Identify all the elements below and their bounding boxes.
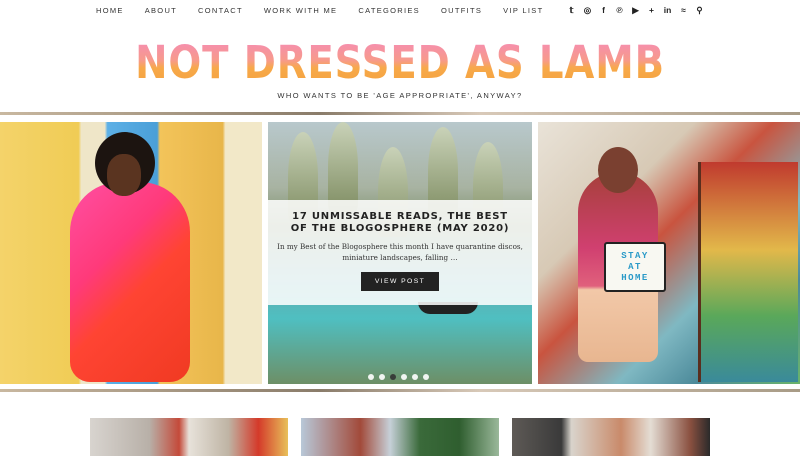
top-navigation: HOME ABOUT CONTACT WORK WITH ME CATEGORI… <box>0 0 800 22</box>
bloglovin-icon[interactable]: + <box>647 5 656 15</box>
main-menu: HOME ABOUT CONTACT WORK WITH ME CATEGORI… <box>96 6 564 15</box>
slider-pagination <box>368 374 429 380</box>
site-tagline: WHO WANTS TO BE 'AGE APPROPRIATE', ANYWA… <box>277 91 523 100</box>
nav-home[interactable]: HOME <box>96 6 124 15</box>
logo-title[interactable]: NOT DRESSED AS LAMB <box>135 38 665 88</box>
post-thumbnail[interactable] <box>512 418 710 456</box>
slide-image-asparagus <box>328 122 358 212</box>
slide-image-dress <box>70 182 190 382</box>
facebook-icon[interactable]: f <box>599 5 608 15</box>
nav-work-with-me[interactable]: WORK WITH ME <box>264 6 338 15</box>
sign-line-2: AT <box>628 261 642 272</box>
nav-categories[interactable]: CATEGORIES <box>358 6 420 15</box>
slide-image-woman-head <box>598 147 638 193</box>
slide-image-pinball <box>698 162 798 382</box>
slider-dot-2[interactable] <box>379 374 385 380</box>
nav-outfits[interactable]: OUTFITS <box>441 6 482 15</box>
slide-image-face <box>107 154 141 196</box>
sign-line-1: STAY <box>621 250 649 261</box>
sign-line-3: HOME <box>621 272 649 283</box>
stay-at-home-sign: STAY AT HOME <box>604 242 666 292</box>
instagram-icon[interactable]: ◎ <box>583 5 592 15</box>
pinterest-icon[interactable]: ℗ <box>615 5 624 15</box>
nav-contact[interactable]: CONTACT <box>198 6 243 15</box>
slide-next[interactable]: STAY AT HOME <box>538 122 800 384</box>
slide-previous[interactable] <box>0 122 262 384</box>
view-post-button[interactable]: VIEW POST <box>360 272 440 291</box>
site-logo[interactable]: NOT DRESSED AS LAMB <box>0 38 800 88</box>
slider-bottom-strip <box>0 389 800 392</box>
post-thumbnail[interactable] <box>301 418 499 456</box>
post-thumbnail[interactable] <box>90 418 288 456</box>
nav-about[interactable]: ABOUT <box>145 6 177 15</box>
slider-dot-6[interactable] <box>423 374 429 380</box>
slider-dot-4[interactable] <box>401 374 407 380</box>
slider-dot-3-active[interactable] <box>390 374 396 380</box>
social-links: 𝕥 ◎ f ℗ ▶ + in ≈ ⚲ <box>567 5 704 15</box>
nav-vip-list[interactable]: VIP LIST <box>503 6 543 15</box>
youtube-icon[interactable]: ▶ <box>631 5 640 15</box>
slider-dot-5[interactable] <box>412 374 418 380</box>
featured-post-title[interactable]: 17 UNMISSABLE READS, THE BEST OF THE BLO… <box>268 211 532 235</box>
slider-top-strip <box>0 112 800 115</box>
rss-icon[interactable]: ≈ <box>679 5 688 15</box>
featured-post-card: 17 UNMISSABLE READS, THE BEST OF THE BLO… <box>268 200 532 305</box>
search-icon[interactable]: ⚲ <box>695 5 704 15</box>
featured-post-excerpt: In my Best of the Blogosphere this month… <box>277 242 523 262</box>
slider-dot-1[interactable] <box>368 374 374 380</box>
twitter-icon[interactable]: 𝕥 <box>567 5 576 15</box>
linkedin-icon[interactable]: in <box>663 5 672 15</box>
